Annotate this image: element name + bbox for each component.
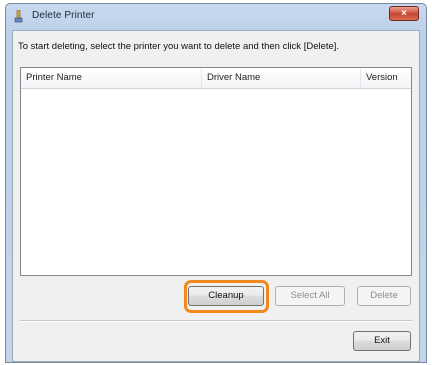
list-body[interactable]	[21, 89, 411, 275]
printer-icon	[14, 9, 24, 23]
close-icon: ×	[401, 8, 407, 19]
window-title: Delete Printer	[32, 10, 95, 21]
printer-list[interactable]: Printer Name Driver Name Version	[20, 67, 412, 276]
delete-printer-dialog: Delete Printer × To start deleting, sele…	[5, 3, 427, 363]
close-button[interactable]: ×	[389, 6, 419, 21]
delete-button[interactable]: Delete	[357, 286, 411, 306]
instruction-text: To start deleting, select the printer yo…	[18, 41, 340, 52]
column-header-version[interactable]: Version	[361, 68, 413, 88]
column-header-driver-name[interactable]: Driver Name	[202, 68, 360, 88]
dialog-client-area: To start deleting, select the printer yo…	[12, 30, 420, 362]
select-all-button[interactable]: Select All	[275, 286, 345, 306]
divider	[20, 320, 412, 322]
list-header: Printer Name Driver Name Version	[21, 68, 411, 89]
exit-button[interactable]: Exit	[353, 331, 411, 351]
title-bar: Delete Printer ×	[6, 4, 426, 30]
cleanup-button[interactable]: Cleanup	[188, 286, 264, 306]
column-header-printer-name[interactable]: Printer Name	[21, 68, 201, 88]
